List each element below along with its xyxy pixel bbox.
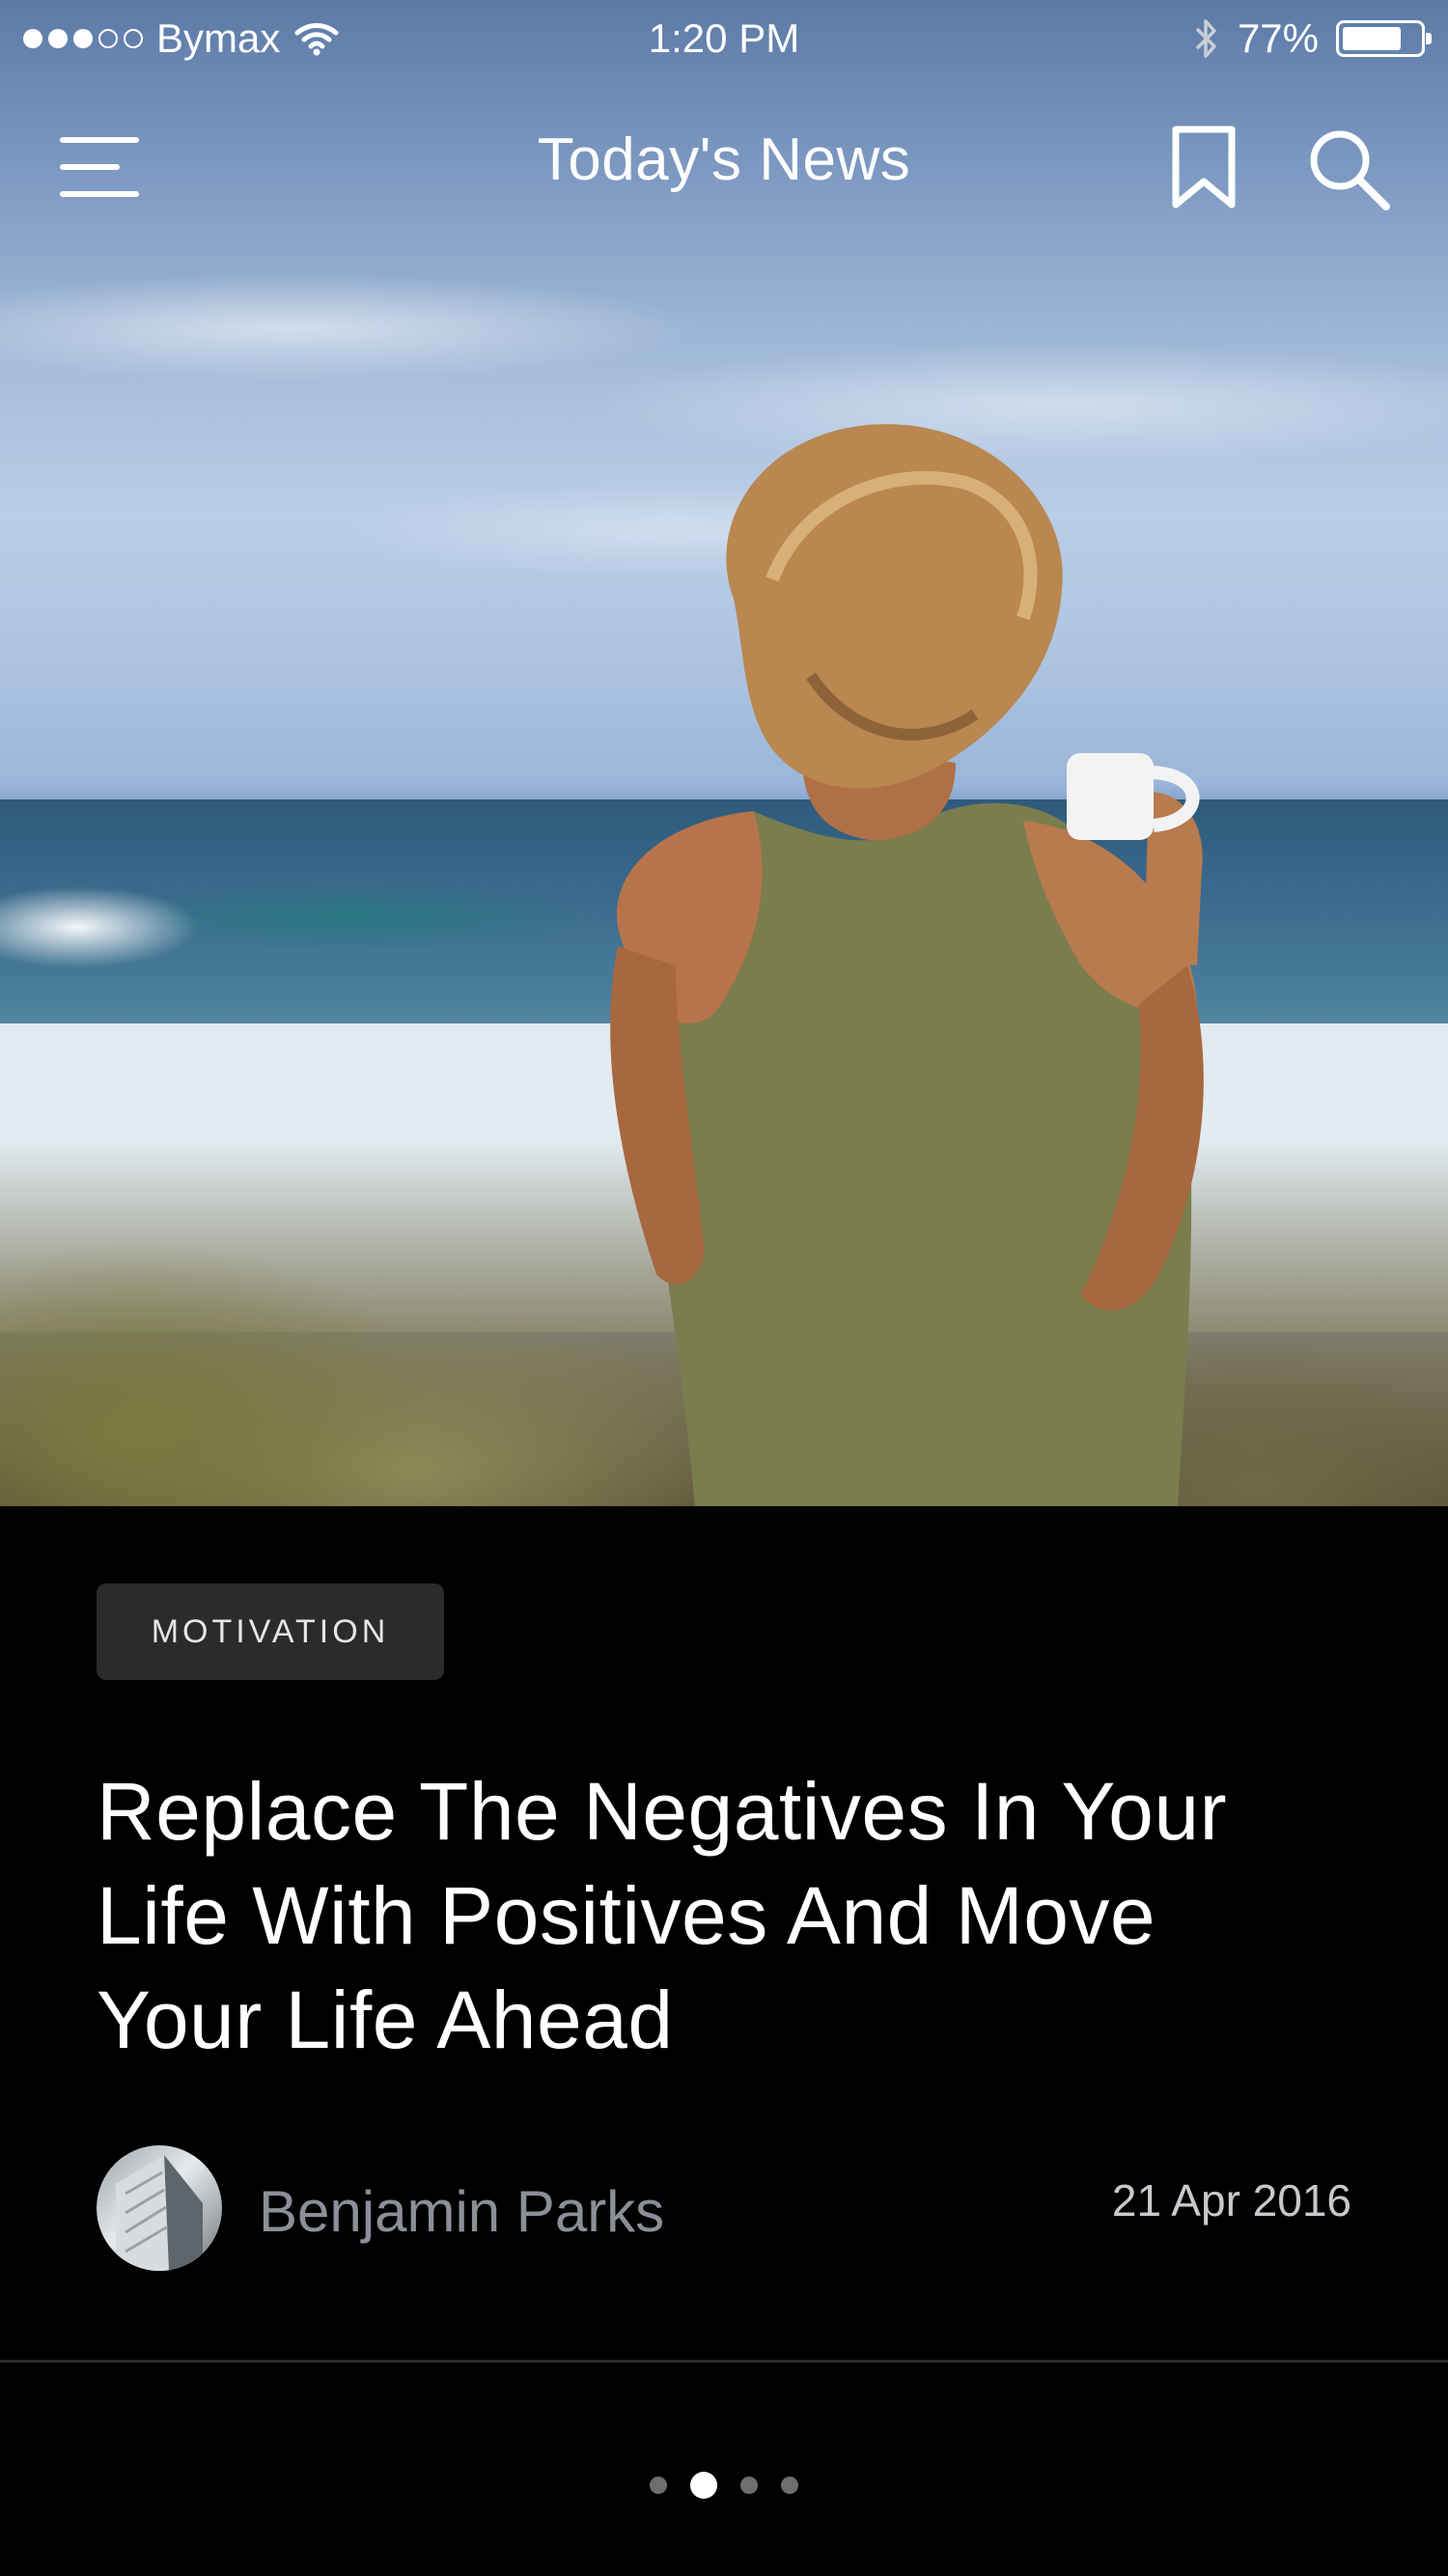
status-bar: Bymax 1:20 PM 77%: [0, 0, 1448, 77]
avatar-image: [116, 2155, 203, 2271]
page-indicator: [0, 2472, 1448, 2499]
page-dot[interactable]: [650, 2477, 667, 2494]
page-dot[interactable]: [740, 2477, 758, 2494]
battery-icon: [1336, 20, 1432, 57]
author-row: Benjamin Parks 21 Apr 2016: [97, 2145, 1351, 2271]
author-avatar[interactable]: [97, 2145, 222, 2271]
headline-line: Your Life Ahead: [97, 1974, 674, 2065]
article-headline[interactable]: Replace The Negatives In Your Life With …: [97, 1759, 1351, 2072]
page-dot-active[interactable]: [690, 2472, 717, 2499]
search-icon: [1310, 130, 1390, 210]
search-button[interactable]: [1305, 126, 1392, 212]
news-screen: Bymax 1:20 PM 77% Today's News MOTIVATIO…: [0, 0, 1448, 2576]
author-name[interactable]: Benjamin Parks: [259, 2178, 664, 2245]
battery-percent: 77%: [1237, 15, 1319, 61]
headline-line: Life With Positives And Move: [97, 1870, 1156, 1961]
bookmark-button[interactable]: [1168, 124, 1239, 210]
publish-date: 21 Apr 2016: [1111, 2175, 1351, 2226]
nav-bar: Today's News: [0, 97, 1448, 232]
bluetooth-icon: [1195, 19, 1216, 58]
battery-level: [1343, 27, 1401, 50]
category-tag[interactable]: MOTIVATION: [97, 1583, 444, 1680]
status-right: 77%: [1191, 15, 1432, 62]
divider: [0, 2360, 1448, 2363]
bookmark-icon: [1172, 126, 1236, 209]
article-card[interactable]: MOTIVATION Replace The Negatives In Your…: [0, 1506, 1448, 2576]
headline-line: Replace The Negatives In Your: [97, 1766, 1228, 1857]
page-dot[interactable]: [781, 2477, 798, 2494]
